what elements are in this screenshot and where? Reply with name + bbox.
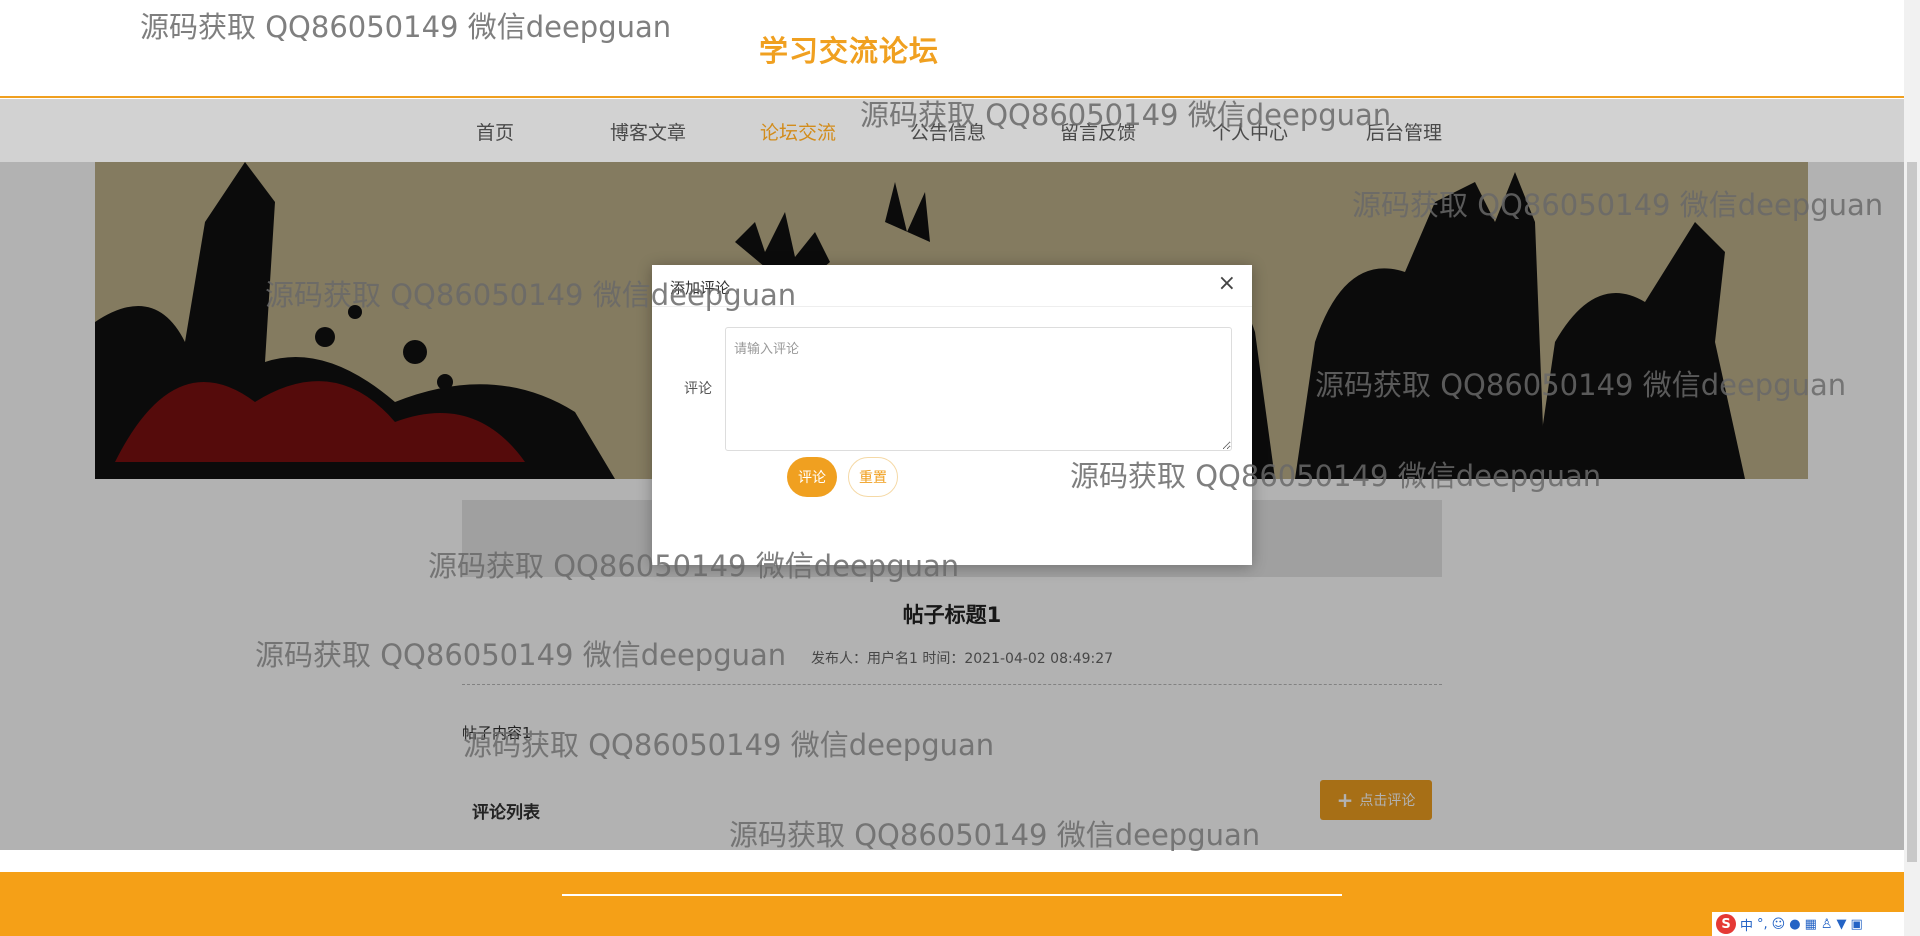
- footer-divider: [562, 894, 1342, 896]
- close-icon[interactable]: ×: [1218, 273, 1236, 295]
- dialog-header-divider: [652, 306, 1252, 307]
- dialog-title: 添加评论: [670, 279, 731, 297]
- site-title: 学习交流论坛: [759, 34, 940, 68]
- reset-button[interactable]: 重置: [848, 457, 898, 497]
- add-comment-dialog: 添加评论 × 评论 评论 重置: [652, 265, 1252, 565]
- comment-field-label: 评论: [684, 381, 712, 397]
- emoji-icon[interactable]: ☺: [1772, 917, 1786, 932]
- sogou-ime-icon[interactable]: S: [1716, 914, 1736, 934]
- submit-comment-button[interactable]: 评论: [787, 457, 837, 497]
- ime-toolbar: S 中 °, ☺ ● ▦ ♙ ▼ ▣: [1712, 912, 1904, 936]
- toolbox-icon[interactable]: ▣: [1851, 917, 1863, 932]
- page-scrollbar[interactable]: [1904, 0, 1920, 936]
- modal-overlay-nav: [0, 99, 1904, 162]
- ime-punctuation-icon[interactable]: °,: [1757, 917, 1768, 932]
- ime-language-label[interactable]: 中: [1740, 915, 1753, 934]
- skin-icon[interactable]: ▼: [1837, 917, 1847, 932]
- user-icon[interactable]: ♙: [1821, 917, 1833, 932]
- microphone-icon[interactable]: ●: [1789, 917, 1800, 932]
- scrollbar-thumb[interactable]: [1907, 162, 1917, 862]
- comment-textarea[interactable]: [725, 327, 1232, 451]
- site-header: 学习交流论坛: [0, 0, 1904, 98]
- keyboard-icon[interactable]: ▦: [1805, 917, 1817, 932]
- site-footer: [0, 872, 1904, 936]
